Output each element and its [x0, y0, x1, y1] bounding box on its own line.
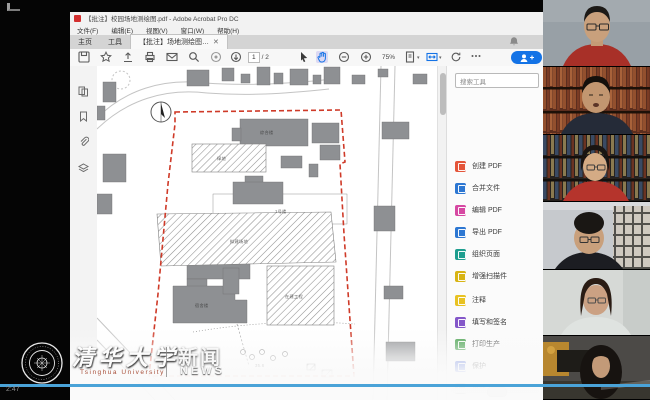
organize-pages-icon	[455, 249, 466, 260]
watermark-divider	[166, 347, 167, 377]
page-total-label: / 2	[262, 54, 269, 61]
tool-edit-pdf[interactable]: 编辑 PDF	[455, 203, 502, 217]
notification-bell-icon[interactable]	[508, 36, 520, 48]
combine-files-icon	[455, 183, 466, 194]
participant-video-4[interactable]	[543, 202, 650, 269]
attachments-icon[interactable]	[78, 136, 89, 147]
share-sign-in-button[interactable]	[511, 51, 542, 64]
svg-text:在建工程: 在建工程	[285, 293, 303, 300]
fit-width-button[interactable]	[426, 51, 438, 63]
toolbar: 1 / 2 75% ▾ ▾	[70, 49, 543, 67]
participant-5-video	[543, 270, 650, 335]
fill-sign-icon	[455, 317, 466, 328]
tab-close-icon[interactable]: ✕	[213, 38, 219, 46]
tool-fill-sign[interactable]: 填写和签名	[455, 315, 507, 329]
page-number-field[interactable]: 1	[248, 52, 260, 63]
svg-text:拟建场地: 拟建场地	[230, 238, 248, 245]
fit-page-button[interactable]	[404, 51, 416, 63]
save-button[interactable]	[78, 51, 90, 63]
participant-video-2[interactable]	[543, 67, 650, 134]
refresh-button[interactable]	[210, 51, 222, 63]
create-pdf-icon	[455, 161, 466, 172]
video-timestamp: 2:47	[6, 386, 20, 393]
title-bar: 【批注】校园场地测绘图.pdf - Adobe Acrobat Pro DC	[70, 12, 543, 24]
search-icon[interactable]	[188, 51, 200, 63]
tool-enhance-scans[interactable]: 增强扫描件	[455, 269, 507, 283]
tab-document[interactable]: 【批注】场地测绘图… ✕	[130, 34, 228, 49]
tsinghua-seal-logo	[20, 341, 64, 385]
tool-organize-pages[interactable]: 组织页面	[455, 247, 500, 261]
vertical-scrollbar-thumb[interactable]	[440, 73, 446, 115]
tab-tools[interactable]: 工具	[100, 35, 130, 49]
university-name-en: Tsinghua University	[80, 369, 165, 376]
svg-text:综合楼: 综合楼	[260, 129, 273, 136]
participant-6-video	[543, 336, 650, 399]
tool-comment[interactable]: 注释	[455, 293, 486, 307]
page-indicator[interactable]: 1 / 2	[248, 52, 269, 63]
fit-width-caret-icon[interactable]: ▾	[439, 55, 442, 61]
page-thumbnails-icon[interactable]	[78, 86, 89, 97]
video-participants-sidebar	[543, 0, 650, 400]
rotate-view-button[interactable]	[450, 51, 462, 63]
tab-home[interactable]: 主页	[70, 35, 100, 49]
university-name: 清华大学	[72, 340, 180, 372]
page-down-button[interactable]	[230, 51, 242, 63]
edit-pdf-icon	[455, 205, 466, 216]
zoom-out-button[interactable]	[338, 51, 350, 63]
bookmarks-icon[interactable]	[78, 111, 89, 122]
acrobat-logo-icon	[74, 15, 81, 22]
zoom-in-button[interactable]	[360, 51, 372, 63]
svg-text:绿地: 绿地	[217, 155, 226, 161]
star-button[interactable]	[100, 51, 112, 63]
hand-tool-button[interactable]	[316, 51, 328, 63]
menu-edit[interactable]: 编辑(E)	[111, 25, 133, 35]
zoom-level-value[interactable]: 75%	[382, 54, 395, 61]
participant-3-video	[543, 135, 650, 201]
screen: 【批注】校园场地测绘图.pdf - Adobe Acrobat Pro DC 文…	[0, 0, 650, 400]
svg-text:1号楼: 1号楼	[275, 208, 287, 215]
participant-video-6[interactable]	[543, 336, 650, 399]
print-button[interactable]	[144, 51, 156, 63]
tools-search-input[interactable]: 搜索工具	[455, 73, 539, 88]
participant-video-3[interactable]	[543, 135, 650, 201]
tool-combine-files[interactable]: 合并文件	[455, 181, 500, 195]
participant-video-5[interactable]	[543, 270, 650, 335]
participant-4-video	[543, 202, 650, 269]
share-upload-button[interactable]	[122, 51, 134, 63]
email-button[interactable]	[166, 51, 178, 63]
news-label-en: NEWS	[180, 365, 225, 377]
participant-video-1[interactable]	[543, 0, 650, 66]
tool-export-pdf[interactable]: 导出 PDF	[455, 225, 502, 239]
north-arrow-icon	[151, 102, 171, 122]
watermark-line	[0, 384, 650, 387]
fit-page-caret-icon[interactable]: ▾	[417, 55, 420, 61]
tab-bar: 主页 工具 【批注】场地测绘图… ✕	[70, 35, 543, 49]
comment-icon	[455, 295, 466, 306]
layers-icon[interactable]	[78, 163, 89, 174]
enhance-scans-icon	[455, 271, 466, 282]
participant-2-video	[543, 67, 650, 134]
tool-create-pdf[interactable]: 创建 PDF	[455, 159, 502, 173]
menu-view[interactable]: 视图(V)	[146, 25, 168, 35]
menu-help[interactable]: 帮助(H)	[217, 25, 239, 35]
overlay-marker-icon	[7, 3, 20, 11]
participant-1-video	[543, 0, 650, 66]
tab-document-label: 【批注】场地测绘图…	[139, 37, 209, 47]
menu-window[interactable]: 窗口(W)	[181, 25, 204, 35]
export-pdf-icon	[455, 227, 466, 238]
select-tool-button[interactable]	[298, 51, 310, 63]
window-title: 【批注】校园场地测绘图.pdf - Adobe Acrobat Pro DC	[85, 13, 239, 23]
svg-text:宿舍楼: 宿舍楼	[195, 302, 208, 309]
more-tools-icon[interactable]	[470, 49, 482, 61]
menu-file[interactable]: 文件(F)	[77, 25, 98, 35]
